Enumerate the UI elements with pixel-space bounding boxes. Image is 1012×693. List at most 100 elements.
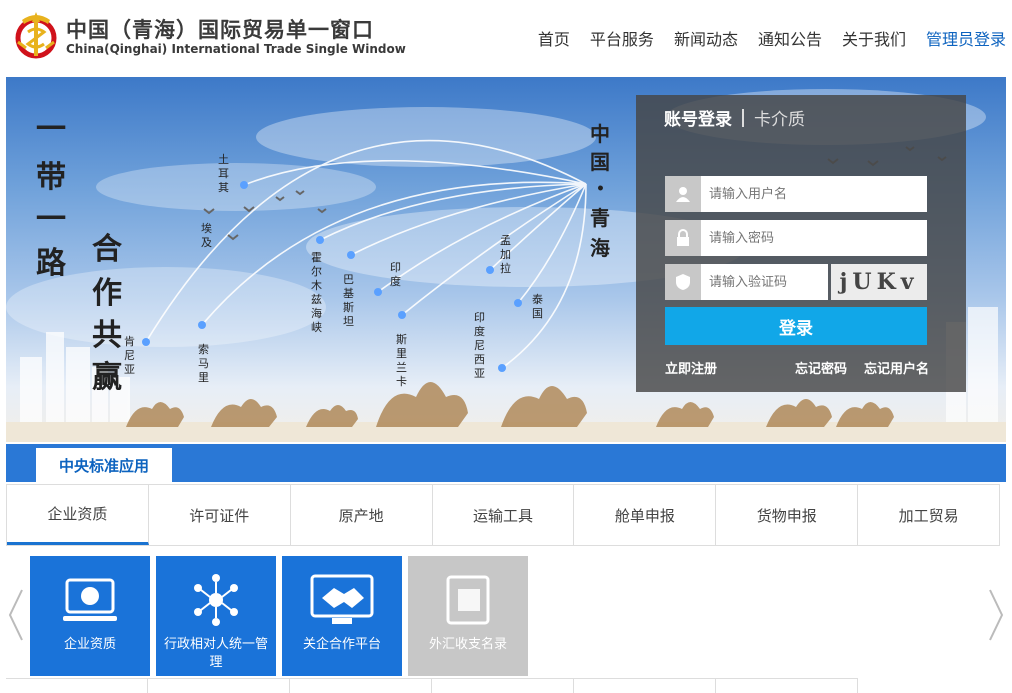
svg-text:加: 加 [500, 248, 511, 261]
svg-text:尼: 尼 [124, 349, 135, 362]
nav-home[interactable]: 首页 [538, 26, 570, 50]
main-nav: 首页 平台服务 新闻动态 通知公告 关于我们 管理员登录 [538, 26, 1006, 50]
tile-label: 行政相对人统一管理 [163, 637, 268, 670]
svg-text:一: 一 [36, 202, 66, 237]
svg-text:基: 基 [343, 287, 354, 300]
app-tiles: 企业资质 行政相对人统一管理 关企合作平台 外汇收支名录 [30, 556, 528, 676]
svg-text:耳: 耳 [218, 167, 229, 180]
category-origin[interactable]: 原产地 [290, 485, 433, 545]
tile-admin-counterpart[interactable]: 行政相对人统一管理 [156, 556, 276, 676]
category-tabs: 企业资质 许可证件 原产地 运输工具 舱单申报 货物申报 加工贸易 [6, 484, 1000, 546]
svg-text:拉: 拉 [500, 261, 511, 275]
shield-icon [665, 264, 701, 300]
tab-account-login[interactable]: 账号登录 [664, 105, 732, 130]
svg-text:•: • [596, 181, 605, 197]
svg-text:路: 路 [36, 246, 67, 281]
category-licenses[interactable]: 许可证件 [148, 485, 291, 545]
svg-text:合: 合 [92, 232, 122, 267]
svg-text:泰: 泰 [532, 292, 543, 306]
tile-label: 关企合作平台 [302, 637, 381, 652]
forgot-password-link[interactable]: 忘记密码 [795, 358, 847, 377]
username-field [665, 176, 927, 212]
svg-text:带: 带 [36, 160, 66, 195]
svg-text:里: 里 [396, 347, 407, 360]
svg-text:霍: 霍 [311, 251, 322, 264]
captcha-field [665, 264, 828, 300]
nav-about[interactable]: 关于我们 [842, 26, 906, 50]
svg-text:尼: 尼 [474, 339, 485, 352]
customs-emblem-logo[interactable] [14, 8, 60, 64]
svg-text:印: 印 [390, 261, 401, 274]
password-input[interactable] [701, 221, 901, 255]
user-icon [665, 176, 701, 212]
category-processing-trade[interactable]: 加工贸易 [858, 485, 1000, 545]
site-title: 中国（青海）国际贸易单一窗口 [66, 18, 374, 42]
svg-text:国: 国 [590, 150, 610, 174]
handshake-icon [310, 570, 374, 630]
tab-divider [742, 108, 744, 127]
password-field [665, 220, 927, 256]
svg-text:印: 印 [474, 311, 485, 324]
svg-text:共: 共 [92, 318, 122, 353]
lock-icon [665, 220, 701, 256]
svg-text:亚: 亚 [124, 363, 135, 376]
svg-text:中: 中 [590, 122, 610, 146]
svg-text:兰: 兰 [396, 361, 407, 374]
svg-text:索: 索 [198, 342, 209, 356]
svg-text:木: 木 [311, 279, 322, 292]
nav-admin-login[interactable]: 管理员登录 [926, 26, 1006, 50]
category-manifest[interactable]: 舱单申报 [574, 485, 717, 545]
people-network-icon [188, 570, 244, 630]
tab-central-standard-apps[interactable]: 中央标准应用 [36, 448, 172, 482]
svg-text:斯: 斯 [343, 301, 354, 314]
nav-platform-services[interactable]: 平台服务 [590, 26, 654, 50]
svg-text:峡: 峡 [311, 320, 322, 334]
carousel-prev-arrow[interactable] [6, 588, 26, 642]
tile-enterprise-qualification[interactable]: 企业资质 [30, 556, 150, 676]
svg-text:赢: 赢 [92, 360, 122, 395]
username-input[interactable] [701, 177, 901, 211]
login-tabs: 账号登录 卡介质 [664, 105, 805, 130]
captcha-input[interactable] [701, 265, 821, 299]
svg-text:西: 西 [474, 353, 485, 366]
tile-customs-enterprise-platform[interactable]: 关企合作平台 [282, 556, 402, 676]
svg-text:尔: 尔 [311, 265, 322, 278]
nav-news[interactable]: 新闻动态 [674, 26, 738, 50]
login-button[interactable]: 登录 [665, 307, 927, 345]
svg-text:一: 一 [36, 112, 66, 147]
section-bar: 中央标准应用 [6, 444, 1006, 482]
tile-label: 外汇收支名录 [428, 637, 507, 652]
captcha-image[interactable]: jUKv [831, 264, 927, 300]
forgot-username-link[interactable]: 忘记用户名 [864, 358, 929, 377]
category-enterprise-qualification[interactable]: 企业资质 [7, 485, 149, 545]
svg-text:斯: 斯 [396, 333, 407, 346]
category-transport[interactable]: 运输工具 [432, 485, 575, 545]
carousel-next-arrow[interactable] [986, 588, 1006, 642]
svg-text:及: 及 [201, 236, 212, 249]
svg-text:海: 海 [590, 236, 610, 260]
svg-text:巴: 巴 [343, 273, 354, 286]
svg-text:兹: 兹 [311, 293, 322, 306]
svg-text:国: 国 [532, 307, 543, 320]
category-goods-declaration[interactable]: 货物申报 [716, 485, 859, 545]
svg-text:坦: 坦 [343, 314, 354, 328]
nav-notices[interactable]: 通知公告 [758, 26, 822, 50]
svg-text:亚: 亚 [474, 367, 485, 380]
svg-text:其: 其 [218, 181, 229, 194]
svg-text:孟: 孟 [500, 234, 511, 247]
tile-forex-directory[interactable]: 外汇收支名录 [408, 556, 528, 676]
login-panel: 账号登录 卡介质 jUKv 登录 立即注册 忘记密码 忘记用户名 [636, 95, 966, 392]
svg-text:度: 度 [390, 274, 401, 288]
svg-text:土: 土 [218, 153, 229, 166]
svg-text:肯: 肯 [124, 335, 135, 348]
register-link[interactable]: 立即注册 [665, 358, 717, 377]
svg-text:里: 里 [198, 371, 209, 384]
monitor-emblem-icon [63, 570, 117, 630]
svg-text:青: 青 [590, 206, 610, 230]
svg-text:海: 海 [311, 306, 322, 320]
ledger-book-icon [446, 570, 490, 630]
bottom-grid-row [6, 678, 858, 693]
svg-text:卡: 卡 [396, 375, 407, 388]
tab-card-login[interactable]: 卡介质 [754, 105, 805, 130]
tile-label: 企业资质 [63, 637, 116, 652]
